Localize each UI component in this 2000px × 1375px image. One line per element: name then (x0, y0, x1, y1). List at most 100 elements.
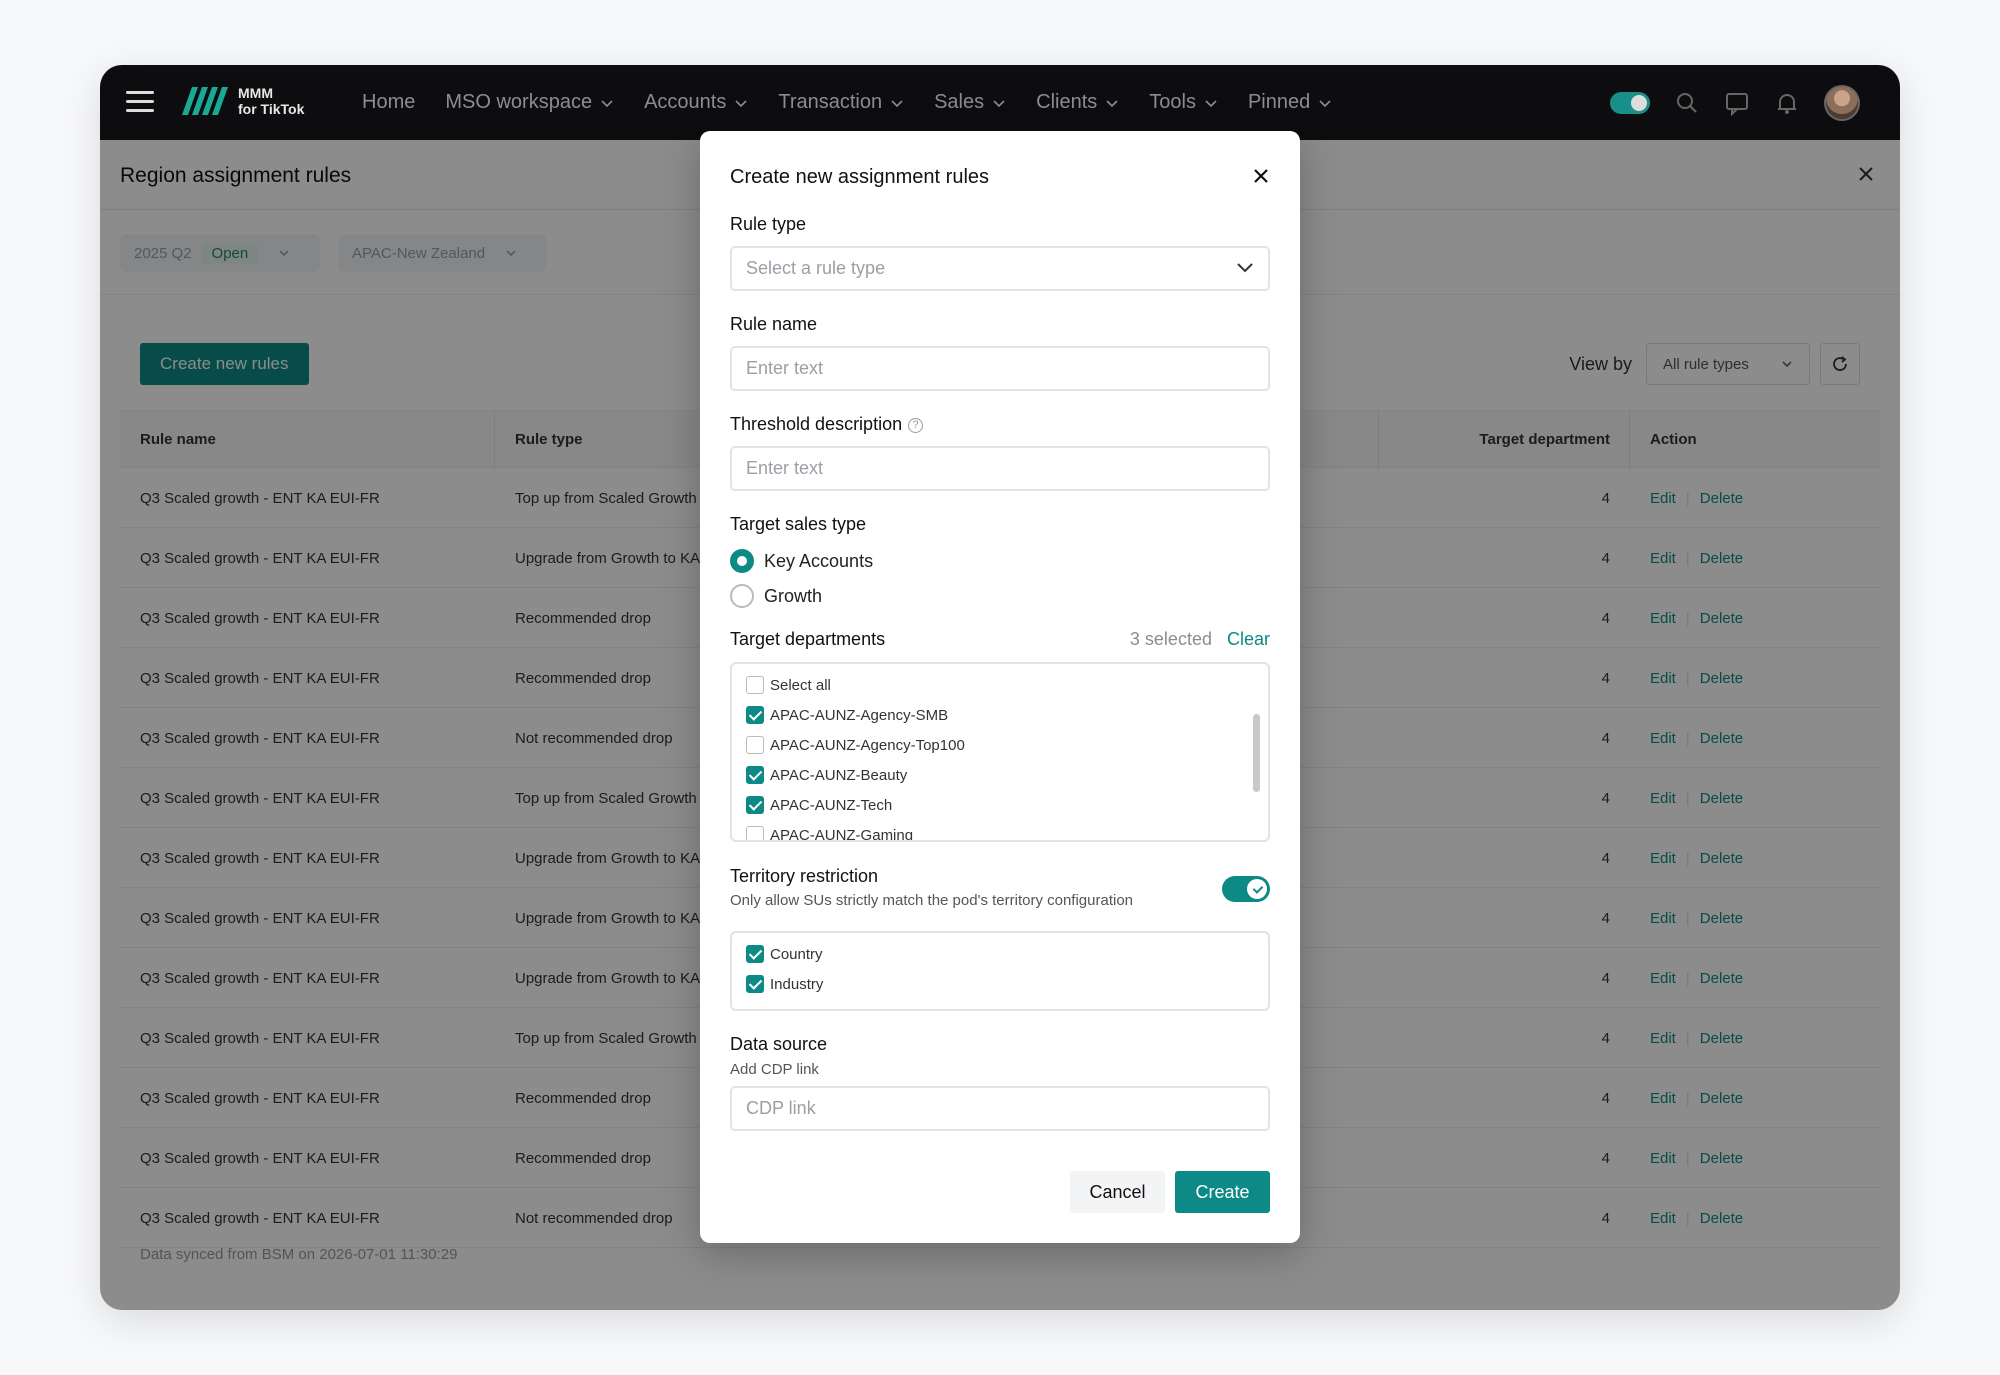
nav-item-pinned[interactable]: Pinned (1248, 91, 1332, 114)
delete-link[interactable]: Delete (1700, 970, 1743, 987)
nav-item-accounts[interactable]: Accounts (644, 91, 748, 114)
department-checkbox[interactable]: APAC-AUNZ-Agency-Top100 (746, 736, 965, 754)
logo-line1: MMM (238, 85, 273, 101)
target-department-cell: 4 (1601, 910, 1610, 927)
nav-item-tools[interactable]: Tools (1149, 91, 1218, 114)
nav-item-transaction[interactable]: Transaction (778, 91, 904, 114)
avatar[interactable] (1824, 84, 1860, 121)
checkbox-box (746, 706, 764, 724)
checkbox-label: Industry (770, 975, 824, 993)
target-department-cell: 4 (1601, 850, 1610, 867)
delete-link[interactable]: Delete (1700, 610, 1743, 627)
target-department-cell: 4 (1601, 550, 1610, 567)
edit-link[interactable]: Edit (1650, 910, 1676, 927)
delete-link[interactable]: Delete (1700, 1210, 1743, 1227)
delete-link[interactable]: Delete (1700, 790, 1743, 807)
delete-link[interactable]: Delete (1700, 490, 1743, 507)
nav-item-mso-workspace[interactable]: MSO workspace (445, 91, 614, 114)
edit-link[interactable]: Edit (1650, 1210, 1676, 1227)
message-icon[interactable] (1724, 90, 1750, 116)
edit-link[interactable]: Edit (1650, 1090, 1676, 1107)
row-actions: Edit | Delete (1650, 490, 1744, 507)
nav-item-label: Transaction (778, 91, 883, 113)
edit-link[interactable]: Edit (1650, 670, 1676, 687)
create-button[interactable]: Create (1175, 1171, 1270, 1213)
edit-link[interactable]: Edit (1650, 1150, 1676, 1167)
cancel-button[interactable]: Cancel (1070, 1171, 1165, 1213)
edit-link[interactable]: Edit (1650, 550, 1676, 567)
bell-icon[interactable] (1774, 90, 1800, 116)
delete-link[interactable]: Delete (1700, 1150, 1743, 1167)
edit-link[interactable]: Edit (1650, 790, 1676, 807)
delete-link[interactable]: Delete (1700, 550, 1743, 567)
department-checkbox[interactable]: APAC-AUNZ-Gaming (746, 826, 913, 840)
view-by-value: All rule types (1663, 355, 1749, 373)
nav-item-sales[interactable]: Sales (934, 91, 1006, 114)
column-target-department[interactable]: Target department (1479, 431, 1610, 448)
page-title: Region assignment rules (120, 164, 352, 187)
refresh-button[interactable] (1820, 343, 1860, 385)
department-checkbox[interactable]: APAC-AUNZ-Agency-SMB (746, 706, 948, 724)
delete-link[interactable]: Delete (1700, 850, 1743, 867)
clear-selection-link[interactable]: Clear (1227, 629, 1270, 649)
rule-type-select[interactable]: Select a rule type (730, 246, 1270, 291)
delete-link[interactable]: Delete (1700, 910, 1743, 927)
territory-checkbox-country[interactable]: Country (746, 945, 823, 963)
rule-type-cell: Upgrade from Growth to KA (515, 970, 701, 987)
delete-link[interactable]: Delete (1700, 1090, 1743, 1107)
department-checkbox[interactable]: APAC-AUNZ-Beauty (746, 766, 907, 784)
target-department-cell: 4 (1601, 730, 1610, 747)
rule-type-cell: Recommended drop (515, 1150, 651, 1167)
selected-count: 3 selected (1129, 629, 1212, 649)
edit-link[interactable]: Edit (1650, 610, 1676, 627)
territory-options-box: Country Industry (730, 931, 1270, 1011)
cdp-link-input[interactable]: CDP link (730, 1086, 1270, 1131)
edit-link[interactable]: Edit (1650, 850, 1676, 867)
cdp-link-placeholder: CDP link (746, 1098, 816, 1118)
edit-link[interactable]: Edit (1650, 730, 1676, 747)
target-department-cell: 4 (1601, 1150, 1610, 1167)
search-icon[interactable] (1674, 90, 1700, 116)
department-checkbox[interactable]: APAC-AUNZ-Tech (746, 796, 892, 814)
target-department-cell: 4 (1601, 1090, 1610, 1107)
target-department-cell: 4 (1601, 1210, 1610, 1227)
close-icon[interactable] (1856, 164, 1876, 184)
theme-toggle[interactable] (1610, 91, 1650, 114)
edit-link[interactable]: Edit (1650, 1030, 1676, 1047)
threshold-input[interactable]: Enter text (730, 446, 1270, 491)
delete-link[interactable]: Delete (1700, 1030, 1743, 1047)
rule-name-cell: Q3 Scaled growth - ENT KA EUI-FR (140, 910, 380, 927)
delete-link[interactable]: Delete (1700, 670, 1743, 687)
edit-link[interactable]: Edit (1650, 490, 1676, 507)
nav-item-home[interactable]: Home (362, 91, 415, 114)
rule-name-cell: Q3 Scaled growth - ENT KA EUI-FR (140, 970, 380, 987)
check-icon (1252, 883, 1264, 894)
departments-listbox[interactable]: Select all APAC-AUNZ-Agency-SMB APAC-AUNZ-… (730, 662, 1270, 842)
column-rule-name[interactable]: Rule name (140, 431, 216, 448)
app-logo[interactable]: MMM for TikTok (180, 83, 304, 119)
edit-link[interactable]: Edit (1650, 970, 1676, 987)
close-icon[interactable] (1252, 167, 1270, 185)
view-by-select[interactable]: All rule types (1646, 343, 1810, 385)
quarter-value: 2025 Q2 (134, 244, 192, 262)
column-rule-type[interactable]: Rule type (515, 431, 583, 448)
create-new-rules-button[interactable]: Create new rules (140, 343, 309, 385)
hamburger-icon[interactable] (126, 91, 154, 113)
rule-name-input[interactable]: Enter text (730, 346, 1270, 391)
help-icon[interactable]: ? (908, 417, 924, 433)
region-select[interactable]: APAC-New Zealand (338, 234, 546, 272)
nav-item-label: Clients (1036, 91, 1098, 113)
nav-item-clients[interactable]: Clients (1036, 91, 1119, 114)
radio-growth[interactable]: Growth (730, 584, 822, 608)
top-navigation: MMM for TikTok Home MSO workspace Accounts… (100, 65, 1900, 140)
territory-toggle[interactable] (1222, 876, 1270, 902)
delete-link[interactable]: Delete (1700, 730, 1743, 747)
listbox-scrollbar[interactable] (1253, 714, 1260, 792)
row-actions: Edit | Delete (1650, 610, 1744, 627)
rule-type-cell: Recommended drop (515, 1090, 651, 1107)
territory-checkbox-industry[interactable]: Industry (746, 975, 823, 993)
quarter-select[interactable]: 2025 Q2 Open (120, 234, 320, 272)
department-checkbox[interactable]: Select all (746, 676, 831, 694)
rule-name-cell: Q3 Scaled growth - ENT KA EUI-FR (140, 490, 380, 507)
radio-key-accounts[interactable]: Key Accounts (730, 549, 873, 573)
